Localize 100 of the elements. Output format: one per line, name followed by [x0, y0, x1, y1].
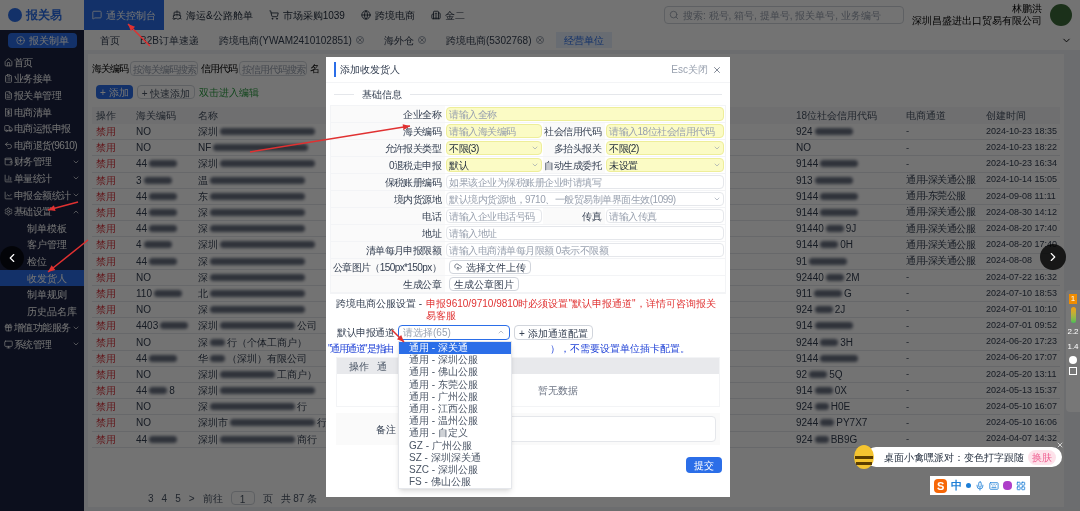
field-label: 公章图片（150px*150px）	[331, 259, 445, 275]
skin-button[interactable]: 换肤	[1028, 449, 1056, 465]
disable-link[interactable]: 禁用	[96, 302, 116, 318]
cell-text: 2024-08-20 17:40	[985, 221, 1059, 235]
toolbar-button[interactable]: + 快速添加	[136, 85, 196, 99]
select-field[interactable]: 不限(3)	[446, 141, 542, 155]
sidebar-subitem[interactable]: 收发货人	[0, 269, 84, 287]
sidebar-item[interactable]: 系统管理	[0, 336, 84, 353]
page-number[interactable]: 5	[175, 490, 181, 506]
dropdown-option[interactable]: 通用 - 自定义	[399, 427, 511, 440]
disable-link[interactable]: 禁用	[96, 221, 116, 237]
cell-text: 2024-10-14 15:05	[985, 173, 1059, 187]
add-channel-button[interactable]: + 添加通道配置	[514, 324, 593, 340]
disable-link[interactable]: 禁用	[96, 188, 116, 204]
disable-link[interactable]: 禁用	[96, 156, 116, 172]
generate-button[interactable]: 生成公章图片	[449, 277, 519, 291]
sidebar-item[interactable]: 电商运抵申报	[0, 120, 84, 137]
select-field[interactable]: 未设置	[606, 158, 724, 172]
dropdown-option[interactable]: GZ - 广州公服	[399, 439, 511, 452]
page-input[interactable]: 1	[230, 491, 255, 505]
disable-link[interactable]: 禁用	[96, 172, 116, 188]
sidebar-item[interactable]: 单量统计	[0, 170, 84, 187]
popup-text: 桌面小禽嘿派对：变色打字跟随	[884, 450, 1024, 465]
submit-button[interactable]: 提交	[686, 457, 722, 473]
select-field[interactable]: 不限(2)	[606, 141, 724, 155]
cell-text: -	[905, 302, 910, 317]
dropdown-option[interactable]: 通用 - 温州公服	[399, 415, 511, 428]
grid-icon[interactable]	[1016, 480, 1026, 491]
upload-button[interactable]: 选择文件上传	[449, 260, 531, 274]
input-field[interactable]: 请输入18位社会信用代码	[606, 124, 724, 138]
sidebar-item[interactable]: 增值功能服务	[0, 319, 84, 337]
disable-link[interactable]: 禁用	[96, 285, 116, 301]
sidebar-item[interactable]: 电商退货(9610)	[0, 136, 84, 154]
dropdown-option[interactable]: 通用 - 江西公服	[399, 402, 511, 416]
channel-select[interactable]: 请选择(65)	[398, 324, 510, 340]
dropdown-option[interactable]: 通用 - 东莞公服	[399, 378, 511, 391]
sidebar-item[interactable]: 电商清单	[0, 103, 84, 121]
dropdown-option[interactable]: 通用 - 佛山公服	[399, 366, 511, 379]
keyboard-icon[interactable]	[989, 480, 1000, 491]
disable-link[interactable]: 禁用	[96, 124, 116, 140]
sidebar-item[interactable]: 申报金额统计	[0, 186, 84, 204]
page-tab[interactable]: 跨境电商(YWAM2410102851)	[210, 32, 372, 48]
cell-text: -	[905, 367, 910, 382]
gift-icon	[4, 323, 13, 333]
sidebar-subitem[interactable]: 制单模板	[0, 219, 84, 237]
sidebar-item[interactable]: 报关单管理	[0, 87, 84, 104]
create-button[interactable]: 报关制单	[7, 32, 77, 48]
input-field[interactable]: 请输入全称	[446, 107, 724, 121]
sidebar-item[interactable]: 财务管理	[0, 153, 84, 171]
page-tab[interactable]: 经营单位	[555, 32, 612, 48]
disable-link[interactable]: 禁用	[96, 366, 116, 382]
disable-link[interactable]: 禁用	[96, 383, 116, 399]
close-icon[interactable]	[355, 36, 364, 44]
sidebar-subitem[interactable]: 制单规则	[0, 286, 84, 303]
page-tab[interactable]: 跨境电商(5302768)	[437, 32, 552, 48]
disable-link[interactable]: 禁用	[96, 140, 116, 156]
nav-tab[interactable]: 跨境电商	[352, 0, 423, 30]
nav-tab[interactable]: 通关控制台	[84, 0, 164, 30]
dropdown-option[interactable]: SZC - 深圳公服	[399, 463, 511, 477]
close-icon[interactable]	[535, 36, 544, 44]
disable-link[interactable]: 禁用	[96, 350, 116, 366]
input-field[interactable]: 请输入传真	[606, 209, 724, 223]
field-label: 境内货源地	[331, 191, 445, 207]
disable-link[interactable]: 禁用	[96, 399, 116, 415]
disable-link[interactable]: 禁用	[96, 334, 116, 350]
disable-link[interactable]: 禁用	[96, 237, 116, 253]
cell-text: 温	[198, 172, 309, 188]
dropdown-option[interactable]: 通用 - 深关通	[399, 342, 511, 355]
dropdown-option[interactable]: 通用 - 广州公服	[399, 390, 511, 403]
page-tab[interactable]: 海外仓	[375, 32, 434, 48]
page-number[interactable]: 3	[148, 490, 154, 506]
nav-tab[interactable]: 海运&公路舱单	[164, 0, 261, 30]
dropdown-option[interactable]: SZ - 深圳深关通	[399, 451, 511, 464]
dropdown-option[interactable]: FS - 佛山公服	[399, 476, 511, 488]
input-field[interactable]: 请输入海关编码	[446, 124, 542, 138]
disable-link[interactable]: 禁用	[96, 205, 116, 221]
input-field[interactable]: 如果该企业为保税账册企业时请填写	[446, 175, 724, 189]
input-field[interactable]: 请输入电商清单每月限额 0表示不限额	[446, 243, 724, 257]
page-tab[interactable]: 首页	[92, 32, 128, 48]
cell-text: 44	[136, 221, 182, 237]
sidebar-subitem[interactable]: 历史品名库	[0, 302, 84, 320]
disable-link[interactable]: 禁用	[96, 253, 116, 269]
input-field[interactable]: 请输入地址	[446, 226, 724, 240]
sidebar-item[interactable]: 首页	[0, 54, 84, 71]
select-field[interactable]: 默认	[446, 158, 542, 172]
toolbar-button[interactable]: + 添加	[96, 85, 133, 99]
sidebar-item[interactable]: 业务接单	[0, 70, 84, 88]
dropdown-option[interactable]: 通用 - 深圳公服	[399, 354, 511, 367]
disable-link[interactable]: 禁用	[96, 269, 116, 285]
disable-link[interactable]: 禁用	[96, 415, 116, 431]
nav-tab[interactable]: 市场采购1039	[260, 0, 353, 30]
field-label: 企业全称	[331, 106, 445, 122]
mic-icon[interactable]	[975, 480, 986, 491]
disable-link[interactable]: 禁用	[96, 431, 116, 447]
page-number[interactable]: 4	[161, 490, 168, 506]
next-page-button[interactable]: >	[188, 490, 195, 506]
disable-link[interactable]: 禁用	[96, 318, 116, 334]
input-field[interactable]: 请输入企业电话号码	[446, 209, 542, 223]
close-icon[interactable]	[712, 64, 722, 75]
close-icon[interactable]	[417, 36, 426, 44]
